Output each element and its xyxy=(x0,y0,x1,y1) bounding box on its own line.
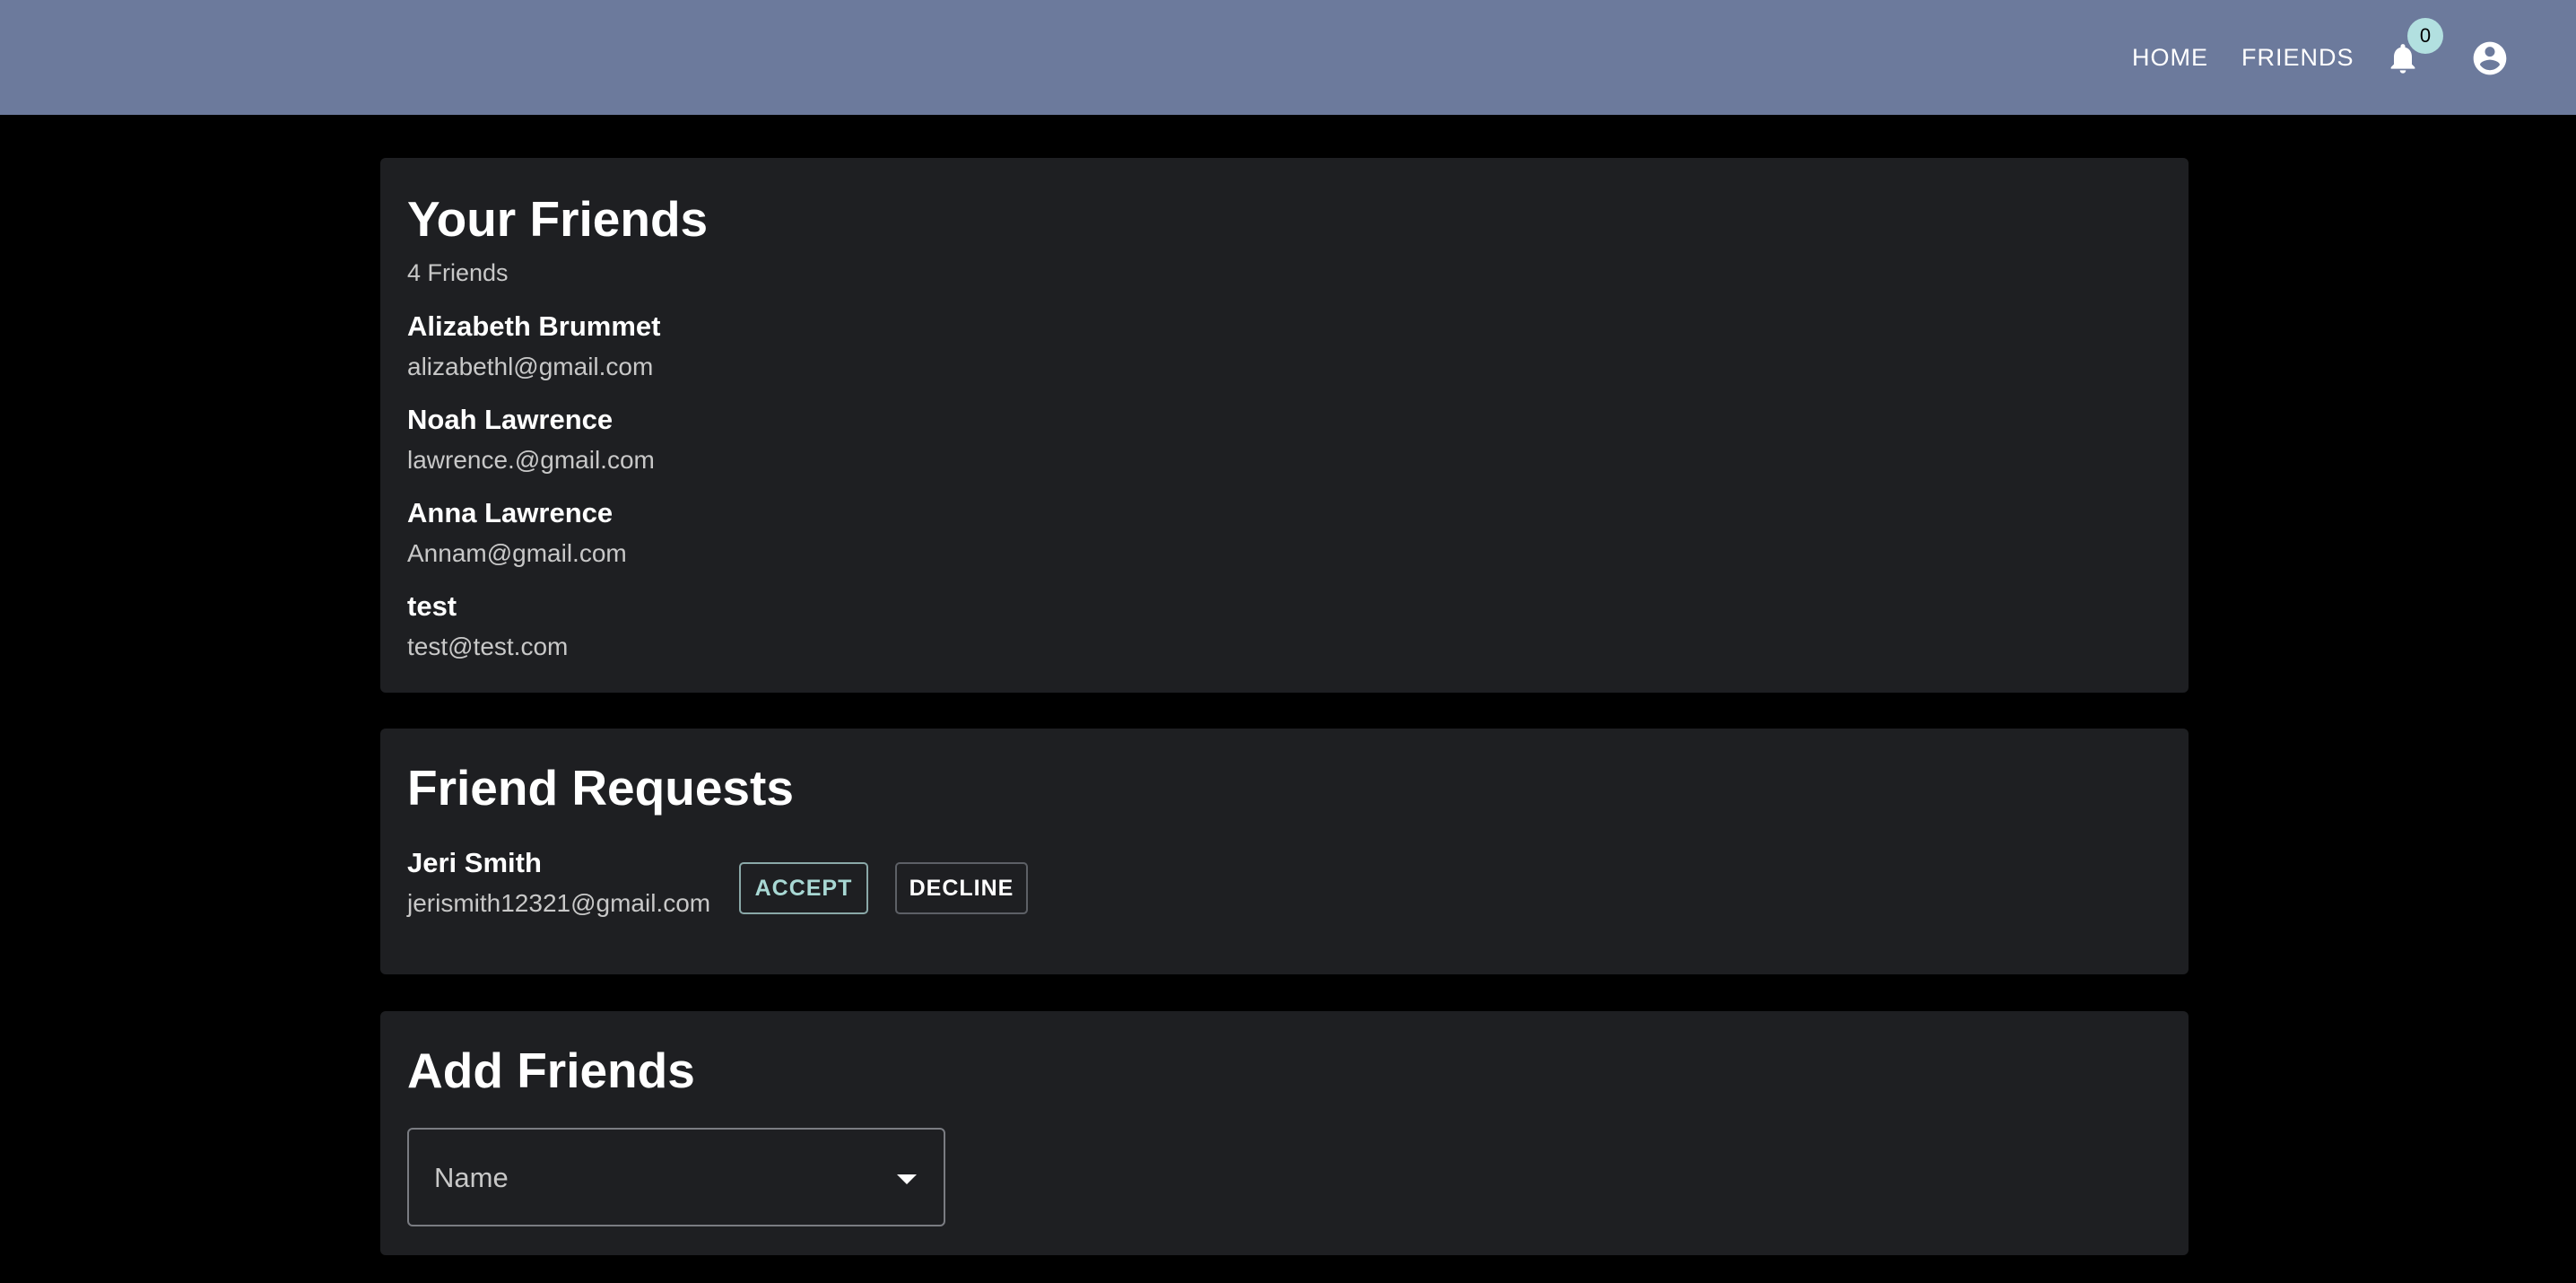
request-email: jerismith12321@gmail.com xyxy=(407,889,711,917)
accept-button[interactable]: ACCEPT xyxy=(739,862,868,914)
friend-requests-title: Friend Requests xyxy=(407,760,794,816)
name-select[interactable]: Name xyxy=(407,1128,945,1226)
friend-name: Noah Lawrence xyxy=(407,404,614,435)
your-friends-card: Your Friends 4 Friends Alizabeth Brummet… xyxy=(380,158,2189,693)
friend-email: test@test.com xyxy=(407,633,569,660)
nav-friends-link[interactable]: FRIENDS xyxy=(2241,43,2354,72)
friend-email: lawrence.@gmail.com xyxy=(407,446,655,474)
request-name: Jeri Smith xyxy=(407,847,542,878)
nav-home-link[interactable]: HOME xyxy=(2132,43,2208,72)
friend-requests-card: Friend Requests Jeri Smith jerismith1232… xyxy=(380,729,2189,974)
name-select-label: Name xyxy=(434,1162,509,1193)
friend-email: alizabethl@gmail.com xyxy=(407,353,654,380)
account-circle-icon[interactable] xyxy=(2470,39,2510,78)
notification-badge: 0 xyxy=(2407,18,2443,54)
decline-button[interactable]: DECLINE xyxy=(895,862,1028,914)
friend-name: Anna Lawrence xyxy=(407,497,614,528)
app-bar: HOME FRIENDS 0 xyxy=(0,0,2576,115)
friend-email: Annam@gmail.com xyxy=(407,539,627,567)
friend-name: Alizabeth Brummet xyxy=(407,310,661,342)
chevron-down-icon xyxy=(897,1174,917,1184)
add-friends-title: Add Friends xyxy=(407,1043,695,1098)
friend-name: test xyxy=(407,590,457,622)
friend-count: 4 Friends xyxy=(407,259,509,286)
your-friends-title: Your Friends xyxy=(407,191,709,247)
add-friends-card: Add Friends Name xyxy=(380,1011,2189,1255)
